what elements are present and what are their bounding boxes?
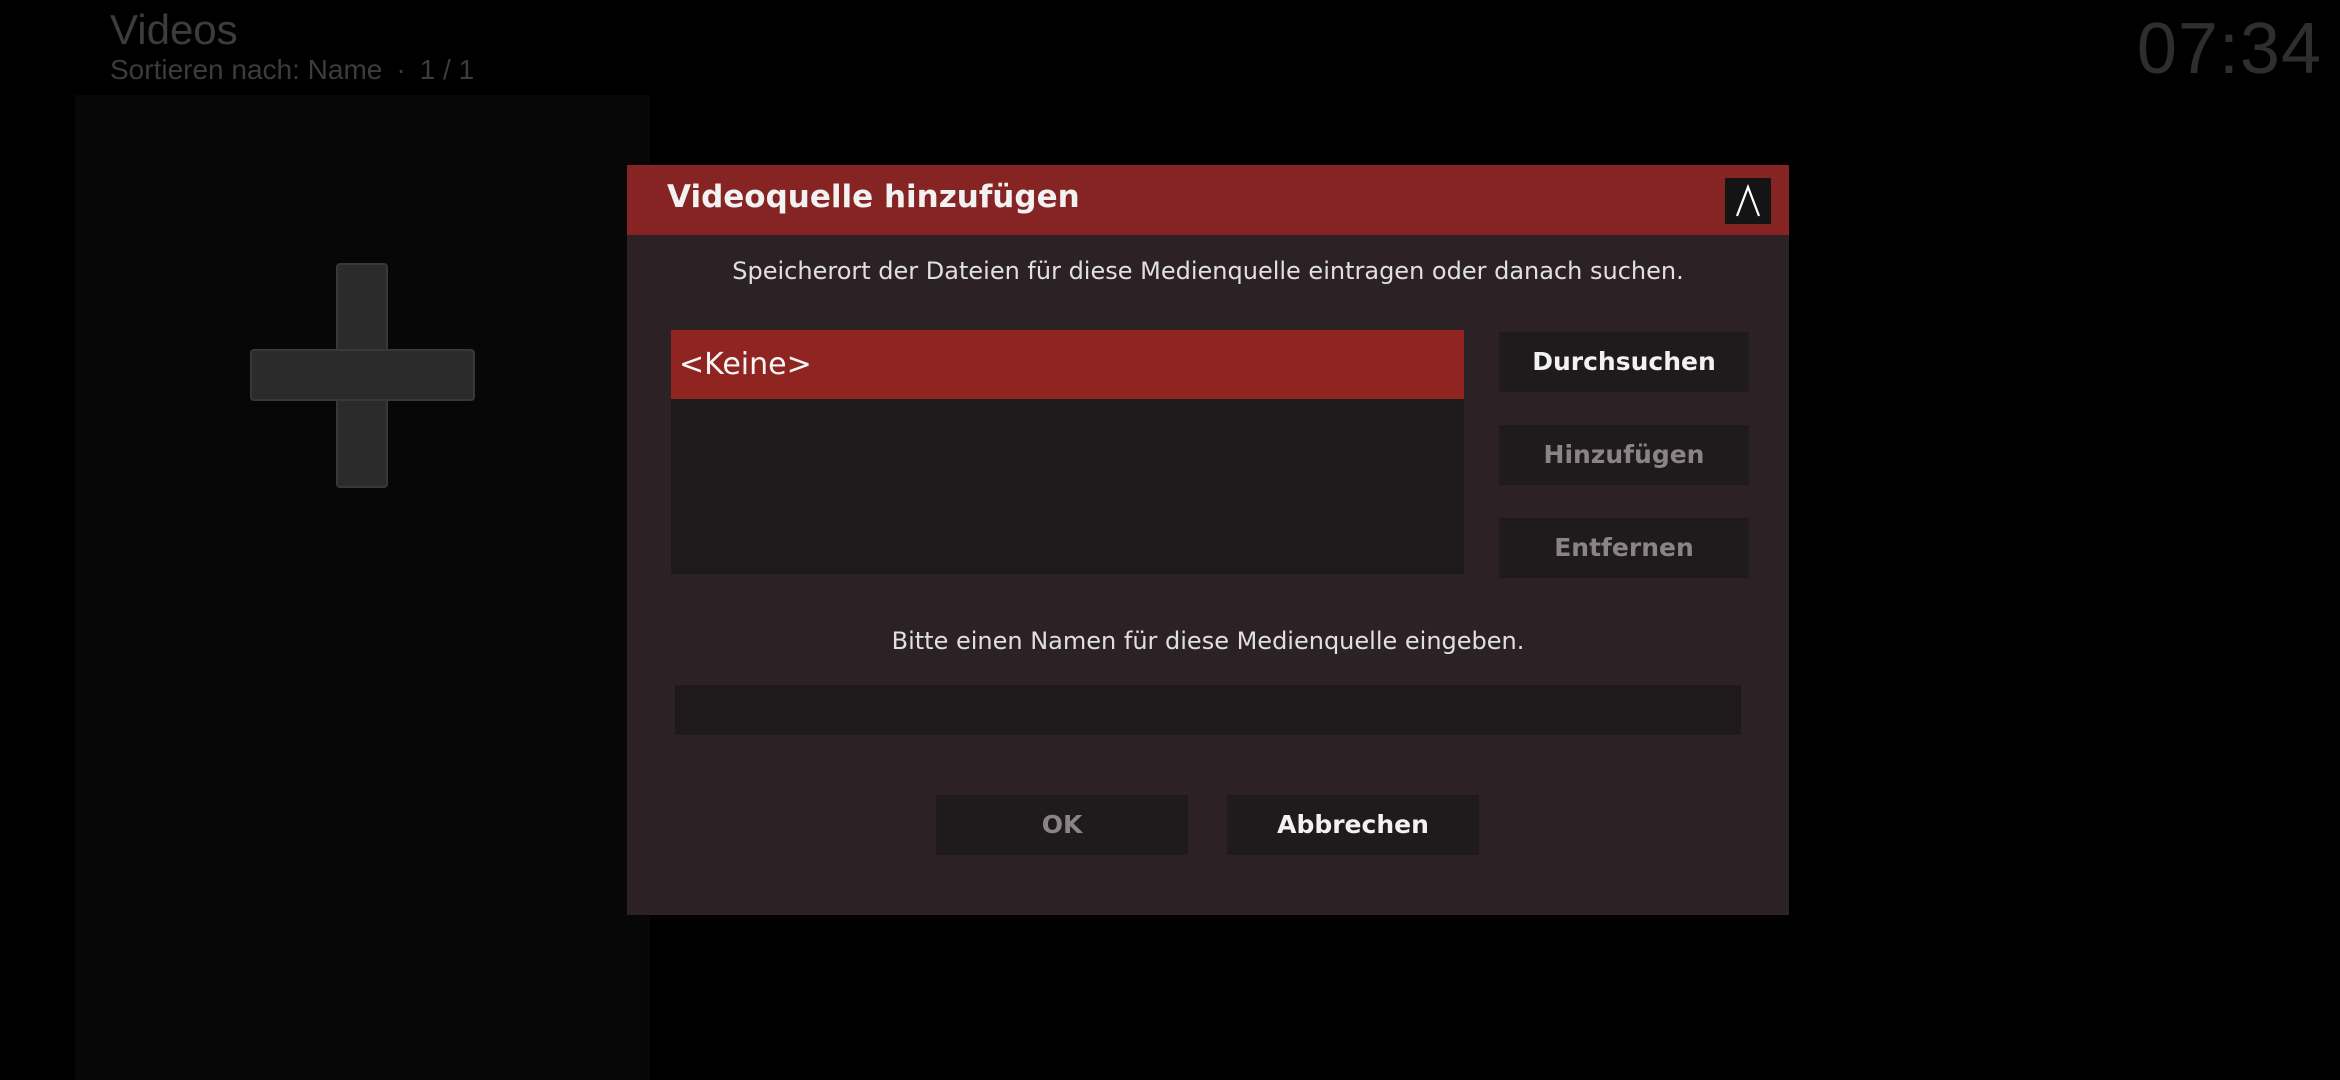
content-panel <box>75 95 650 1080</box>
path-list[interactable]: <Keine> <box>671 330 1464 574</box>
add-video-source-dialog: Videoquelle hinzufügen Speicherort der D… <box>627 165 1789 915</box>
clock: 07:34 <box>2136 9 2322 89</box>
remove-button[interactable]: Entfernen <box>1499 518 1749 578</box>
path-instruction: Speicherort der Dateien für diese Medien… <box>732 257 1684 285</box>
add-button[interactable]: Hinzufügen <box>1499 425 1749 485</box>
dialog-header: Videoquelle hinzufügen <box>627 165 1789 235</box>
add-source-tile[interactable] <box>250 263 475 488</box>
cancel-button[interactable]: Abbrechen <box>1227 795 1479 855</box>
close-button[interactable] <box>1725 178 1771 224</box>
name-instruction: Bitte einen Namen für diese Medienquelle… <box>891 627 1525 655</box>
screen: Videos Sortieren nach: Name · 1 / 1 07:34 … <box>0 0 2340 1080</box>
source-name-input[interactable] <box>675 685 1741 735</box>
page-count: 1 / 1 <box>419 54 475 85</box>
sort-info: Sortieren nach: Name · 1 / 1 <box>110 54 474 86</box>
dialog-title: Videoquelle hinzufügen <box>667 179 1080 215</box>
sort-label[interactable]: Sortieren nach: Name <box>110 54 382 85</box>
close-icon <box>1735 184 1761 217</box>
browse-button[interactable]: Durchsuchen <box>1499 332 1749 392</box>
separator: · <box>396 54 406 85</box>
page-title: Videos <box>110 6 238 53</box>
ok-button[interactable]: OK <box>936 795 1188 855</box>
plus-icon-horizontal <box>250 349 475 401</box>
path-list-item[interactable]: <Keine> <box>671 330 1464 399</box>
